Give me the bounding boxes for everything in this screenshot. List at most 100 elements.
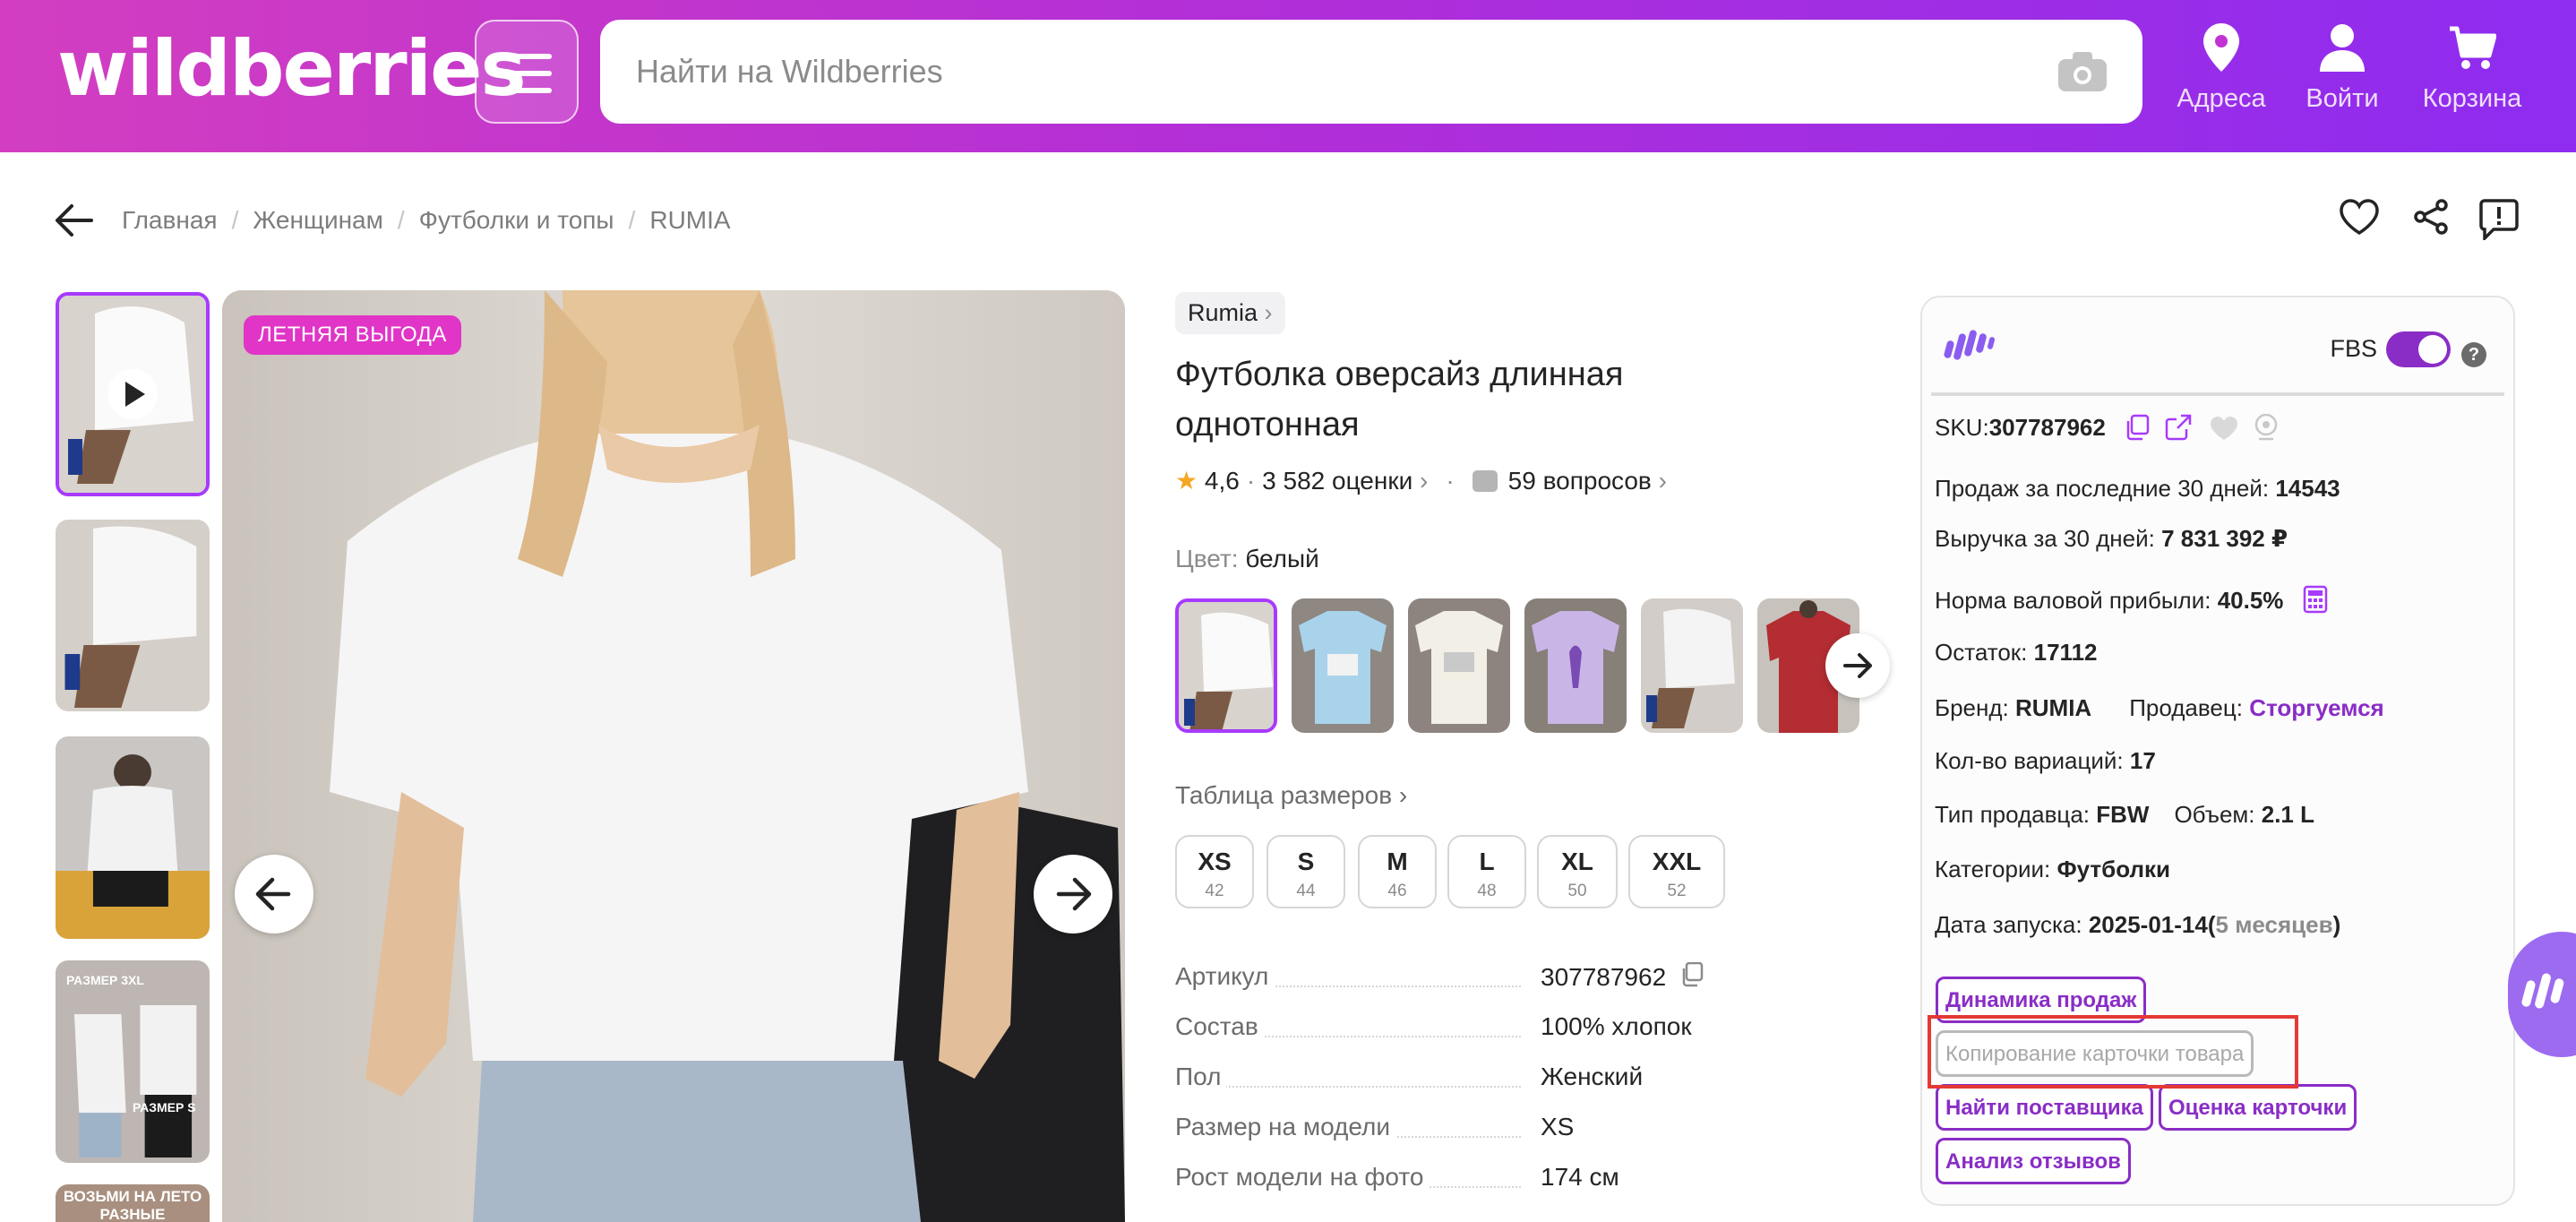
size-option[interactable]: XS 42: [1175, 835, 1254, 908]
color-swatch[interactable]: [1292, 598, 1394, 733]
copy-icon[interactable]: [2125, 414, 2150, 441]
breadcrumb-item[interactable]: Футболки и топы: [419, 206, 614, 234]
spec-row: Размер на модели XS: [1175, 1113, 1730, 1149]
spec-row: Пол Женский: [1175, 1063, 1730, 1098]
breadcrumb-item[interactable]: RUMIA: [649, 206, 730, 234]
size-option[interactable]: S 44: [1267, 835, 1345, 908]
spec-value: XS: [1541, 1113, 1575, 1140]
color-value: белый: [1245, 545, 1319, 572]
gallery-thumbnail[interactable]: РАЗМЕР 3XL РАЗМЕР S: [56, 960, 210, 1163]
hamburger-icon: [505, 54, 552, 59]
brand-link[interactable]: Rumia ›: [1175, 292, 1285, 334]
cart-label: Корзина: [2422, 84, 2522, 113]
search-input[interactable]: [636, 47, 1979, 97]
wildberries-logo[interactable]: wildberries: [57, 29, 527, 109]
color-swatch[interactable]: [1524, 598, 1627, 733]
addresses-label: Адреса: [2177, 84, 2266, 113]
gallery-thumbnail[interactable]: [56, 520, 210, 711]
heart-icon[interactable]: [2340, 199, 2379, 235]
brand-name: Rumia: [1188, 299, 1258, 326]
external-link-icon[interactable]: [2165, 414, 2192, 441]
next-image-button[interactable]: [1034, 855, 1112, 934]
back-arrow-icon[interactable]: [52, 202, 93, 238]
user-icon: [2320, 24, 2365, 72]
product-photo: [1641, 598, 1743, 733]
report-icon[interactable]: [2479, 199, 2519, 240]
share-icon[interactable]: [2413, 199, 2449, 235]
size-option[interactable]: XL 50: [1537, 835, 1618, 908]
product-title: Футболка оверсайз длинная однотонная: [1175, 356, 1624, 443]
size-option[interactable]: L 48: [1447, 835, 1526, 908]
extension-floating-button[interactable]: [2508, 932, 2576, 1057]
revenue-30-value: 7 831 392 ₽: [2161, 525, 2288, 552]
product-photo: [56, 736, 210, 939]
fbs-toggle[interactable]: [2386, 331, 2451, 367]
spec-key: Рост модели на фото: [1175, 1163, 1430, 1192]
questions-link[interactable]: 59 вопросов: [1508, 467, 1652, 495]
size-option[interactable]: XXL 52: [1628, 835, 1725, 908]
size-table-link[interactable]: Таблица размеров ›: [1175, 781, 1407, 810]
hamburger-icon: [505, 88, 552, 93]
thumbnail-caption: ВОЗЬМИ НА ЛЕТО РАЗНЫЕ: [63, 1188, 202, 1222]
copy-icon[interactable]: [1680, 961, 1704, 987]
heart-icon[interactable]: [2210, 416, 2238, 441]
review-analysis-button[interactable]: Анализ отзывов: [1936, 1138, 2131, 1184]
cart-button[interactable]: Корзина: [2405, 23, 2539, 114]
rate-card-button[interactable]: Оценка карточки: [2159, 1084, 2357, 1131]
fbs-toggle-row: FBS?: [2330, 331, 2486, 367]
addresses-button[interactable]: Адреса: [2154, 23, 2288, 114]
chevron-right-icon: ›: [1420, 467, 1429, 495]
fbs-label: FBS: [2330, 335, 2377, 362]
webcam-icon[interactable]: [2254, 413, 2279, 441]
main-product-image[interactable]: ЛЕТНЯЯ ВЫГОДА: [222, 290, 1125, 1222]
find-supplier-button[interactable]: Найти поставщика: [1936, 1084, 2154, 1131]
product-photo: [59, 296, 206, 493]
color-swatch[interactable]: [1175, 598, 1277, 733]
arrow-left-icon: [255, 877, 291, 911]
product-photo: [56, 960, 210, 1163]
arrow-right-icon: [1056, 877, 1092, 911]
color-label: Цвет: белый: [1175, 545, 1319, 572]
login-label: Войти: [2306, 84, 2379, 113]
prev-image-button[interactable]: [235, 855, 313, 934]
thumbnail-caption: РАЗМЕР 3XL: [66, 973, 144, 987]
chevron-right-icon: ›: [1264, 299, 1273, 326]
variants-value: 17: [2129, 747, 2156, 774]
help-icon[interactable]: ?: [2461, 342, 2486, 367]
product-photo: [1524, 598, 1627, 733]
color-swatch[interactable]: [1408, 598, 1510, 733]
spec-key: Размер на модели: [1175, 1113, 1395, 1141]
spec-key: Состав: [1175, 1012, 1264, 1041]
question-icon: [1472, 470, 1498, 492]
breadcrumb-item[interactable]: Главная: [122, 206, 218, 234]
sku-row: SKU:307787962: [1935, 413, 2279, 442]
size-option[interactable]: M 46: [1358, 835, 1437, 908]
brand-seller-row: Бренд: RUMIA Продавец: Сторгуемся: [1935, 694, 2384, 721]
product-photo: [1179, 602, 1274, 729]
chevron-right-icon: ›: [1398, 781, 1408, 809]
gallery-thumbnail[interactable]: [56, 292, 210, 496]
chevron-right-icon: ›: [1658, 467, 1667, 495]
calculator-icon[interactable]: [2303, 585, 2328, 614]
stock-row: Остаток: 17112: [1935, 639, 2098, 666]
seller-type-row: Тип продавца: FBW Объем: 2.1 L: [1935, 801, 2314, 828]
swatch-next-button[interactable]: [1825, 633, 1890, 698]
extension-logo-icon: [1944, 330, 1996, 360]
hamburger-icon: [505, 71, 552, 76]
launch-date-value: 2025-01-14: [2088, 911, 2208, 938]
launch-age-value: 5 месяцев: [2215, 911, 2333, 938]
seller-link[interactable]: Сторгуемся: [2249, 694, 2384, 721]
gallery-thumbnail[interactable]: ВОЗЬМИ НА ЛЕТО РАЗНЫЕ: [56, 1184, 210, 1222]
gallery-thumbnail[interactable]: [56, 736, 210, 939]
menu-button[interactable]: [475, 20, 579, 124]
breadcrumb-item[interactable]: Женщинам: [253, 206, 383, 234]
seller-type-value: FBW: [2096, 801, 2150, 828]
camera-icon[interactable]: [2058, 52, 2107, 91]
volume-value: 2.1 L: [2261, 801, 2314, 828]
cart-icon: [2450, 26, 2496, 69]
sku-value: 307787962: [1988, 414, 2106, 441]
color-swatch[interactable]: [1641, 598, 1743, 733]
login-button[interactable]: Войти: [2275, 23, 2409, 114]
reviews-link[interactable]: 3 582 оценки: [1262, 467, 1413, 495]
star-icon: ★: [1175, 467, 1198, 495]
